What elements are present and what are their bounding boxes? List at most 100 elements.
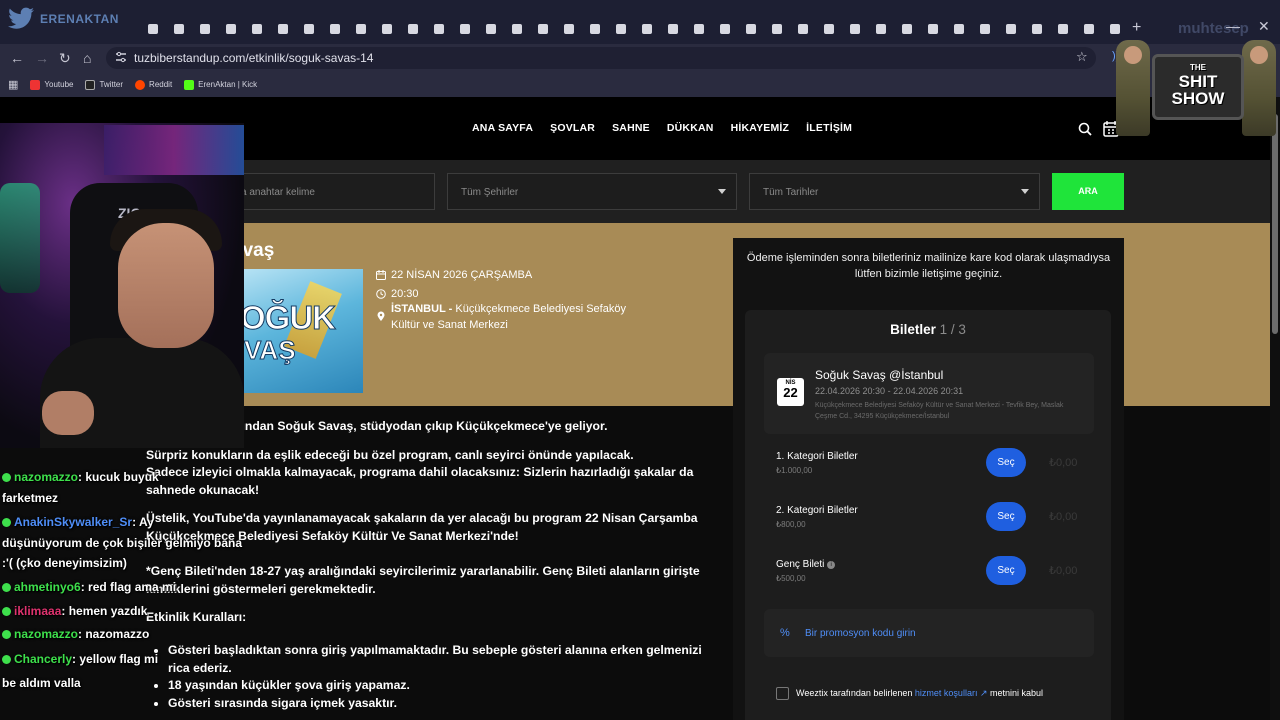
browser-tab[interactable] xyxy=(1050,20,1076,38)
chat-text: : Ay xyxy=(132,515,154,529)
browser-tab[interactable] xyxy=(634,20,660,38)
chat-username[interactable]: nazomazzo xyxy=(14,470,78,484)
streamer-webcam: ZIG xyxy=(0,123,244,448)
bookmark-kick[interactable]: ErenAktan | Kick xyxy=(184,79,257,90)
tab-favicon-icon xyxy=(226,24,236,34)
browser-tab[interactable] xyxy=(946,20,972,38)
browser-tab[interactable] xyxy=(894,20,920,38)
tab-favicon-icon xyxy=(590,24,600,34)
event-card: NİS 22 Soğuk Savaş @İstanbul 22.04.2026 … xyxy=(764,353,1094,434)
browser-tab[interactable] xyxy=(686,20,712,38)
browser-tab[interactable] xyxy=(400,20,426,38)
browser-tab[interactable] xyxy=(426,20,452,38)
home-icon[interactable]: ⌂ xyxy=(83,50,91,66)
tab-favicon-icon xyxy=(772,24,782,34)
browser-tab[interactable] xyxy=(816,20,842,38)
browser-tab[interactable] xyxy=(478,20,504,38)
nav-ana-sayfa[interactable]: ANA SAYFA xyxy=(472,122,533,134)
browser-tab[interactable] xyxy=(1024,20,1050,38)
event-date: 22 NİSAN 2026 ÇARŞAMBA xyxy=(376,269,532,281)
browser-tab[interactable] xyxy=(1102,20,1128,38)
tab-favicon-icon xyxy=(304,24,314,34)
address-bar[interactable]: tuzbiberstandup.com/etkinlik/soguk-savas… xyxy=(106,47,1096,69)
apps-grid-icon[interactable]: ▦ xyxy=(8,78,18,91)
browser-tab[interactable] xyxy=(296,20,322,38)
bookmark-twitter[interactable]: Twitter xyxy=(85,79,123,90)
browser-tab[interactable] xyxy=(764,20,790,38)
browser-tab[interactable] xyxy=(998,20,1024,38)
browser-tab[interactable] xyxy=(556,20,582,38)
tab-favicon-icon xyxy=(720,24,730,34)
browser-tab[interactable] xyxy=(972,20,998,38)
x-icon xyxy=(85,79,96,90)
date-select[interactable]: Tüm Tarihler xyxy=(749,173,1040,210)
city-select[interactable]: Tüm Şehirler xyxy=(447,173,737,210)
browser-tab[interactable] xyxy=(504,20,530,38)
select-ticket-button[interactable]: Seç xyxy=(986,502,1026,531)
browser-tab[interactable] xyxy=(166,20,192,38)
browser-tab[interactable] xyxy=(244,20,270,38)
browser-tab[interactable] xyxy=(842,20,868,38)
streamer-name: ERENAKTAN xyxy=(40,12,119,26)
tab-favicon-icon xyxy=(616,24,626,34)
browser-tab[interactable] xyxy=(868,20,894,38)
chat-username[interactable]: nazomazzo xyxy=(14,627,78,641)
chat-username[interactable]: Chancerly xyxy=(14,652,72,666)
keyword-input[interactable]: ya anahtar kelime xyxy=(222,173,435,210)
select-ticket-button[interactable]: Seç xyxy=(986,556,1026,585)
browser-tab[interactable] xyxy=(374,20,400,38)
browser-tab[interactable] xyxy=(582,20,608,38)
event-card-name: Soğuk Savaş @İstanbul xyxy=(815,368,944,382)
browser-tab[interactable] xyxy=(348,20,374,38)
terms-checkbox[interactable] xyxy=(776,687,789,700)
browser-tab[interactable] xyxy=(322,20,348,38)
bookmark-reddit[interactable]: Reddit xyxy=(135,79,172,90)
browser-tab[interactable] xyxy=(218,20,244,38)
browser-tab[interactable] xyxy=(712,20,738,38)
browser-tab[interactable] xyxy=(140,20,166,38)
site-info-icon[interactable] xyxy=(115,51,127,63)
browser-tab[interactable] xyxy=(452,20,478,38)
browser-tab[interactable] xyxy=(738,20,764,38)
close-window-icon[interactable]: ✕ xyxy=(1258,18,1270,35)
search-icon[interactable] xyxy=(1078,122,1092,136)
nav-iletisim[interactable]: İLETİŞİM xyxy=(806,122,852,134)
browser-tab[interactable] xyxy=(790,20,816,38)
nav-dukkan[interactable]: DÜKKAN xyxy=(667,122,714,134)
back-icon[interactable]: ← xyxy=(10,50,24,66)
nav-sahne[interactable]: SAHNE xyxy=(612,122,650,134)
new-tab-button[interactable]: + xyxy=(1132,19,1141,37)
clock-icon xyxy=(376,289,386,299)
page-scrollbar[interactable] xyxy=(1270,97,1280,720)
chat-username[interactable]: iklimaaa xyxy=(14,604,61,618)
reload-icon[interactable]: ↻ xyxy=(59,50,71,67)
browser-tab[interactable] xyxy=(1076,20,1102,38)
browser-tab[interactable] xyxy=(608,20,634,38)
info-icon[interactable]: i xyxy=(827,561,836,569)
select-ticket-button[interactable]: Seç xyxy=(986,448,1026,477)
browser-tabs[interactable] xyxy=(140,20,1128,38)
browser-tab[interactable] xyxy=(920,20,946,38)
bookmark-star-icon[interactable]: ☆ xyxy=(1076,49,1088,65)
chat-username[interactable]: AnakinSkywalker_Sr xyxy=(14,515,132,529)
scrollbar-thumb[interactable] xyxy=(1272,114,1278,334)
browser-tab[interactable] xyxy=(660,20,686,38)
calendar-small-icon xyxy=(376,270,386,280)
promo-code-link[interactable]: % Bir promosyon kodu girin xyxy=(764,609,1094,657)
chat-username[interactable]: ahmetinyo6 xyxy=(14,580,81,594)
chat-message: be aldım valla xyxy=(2,673,81,693)
forward-icon[interactable]: → xyxy=(35,50,49,66)
browser-tab[interactable] xyxy=(270,20,296,38)
tab-favicon-icon xyxy=(694,24,704,34)
chat-badge-icon xyxy=(2,655,11,664)
terms-link[interactable]: hizmet koşulları xyxy=(915,688,978,698)
nav-sovlar[interactable]: ŞOVLAR xyxy=(550,122,595,134)
minimize-icon[interactable]: — xyxy=(1226,18,1240,34)
nav-hikayemiz[interactable]: HİKAYEMİZ xyxy=(731,122,790,134)
browser-tab[interactable] xyxy=(192,20,218,38)
ticket-total: ₺0,00 xyxy=(1049,457,1078,469)
search-button[interactable]: ARA xyxy=(1052,173,1124,210)
browser-tab[interactable] xyxy=(530,20,556,38)
tab-favicon-icon xyxy=(1032,24,1042,34)
bookmark-youtube[interactable]: Youtube xyxy=(30,79,73,90)
